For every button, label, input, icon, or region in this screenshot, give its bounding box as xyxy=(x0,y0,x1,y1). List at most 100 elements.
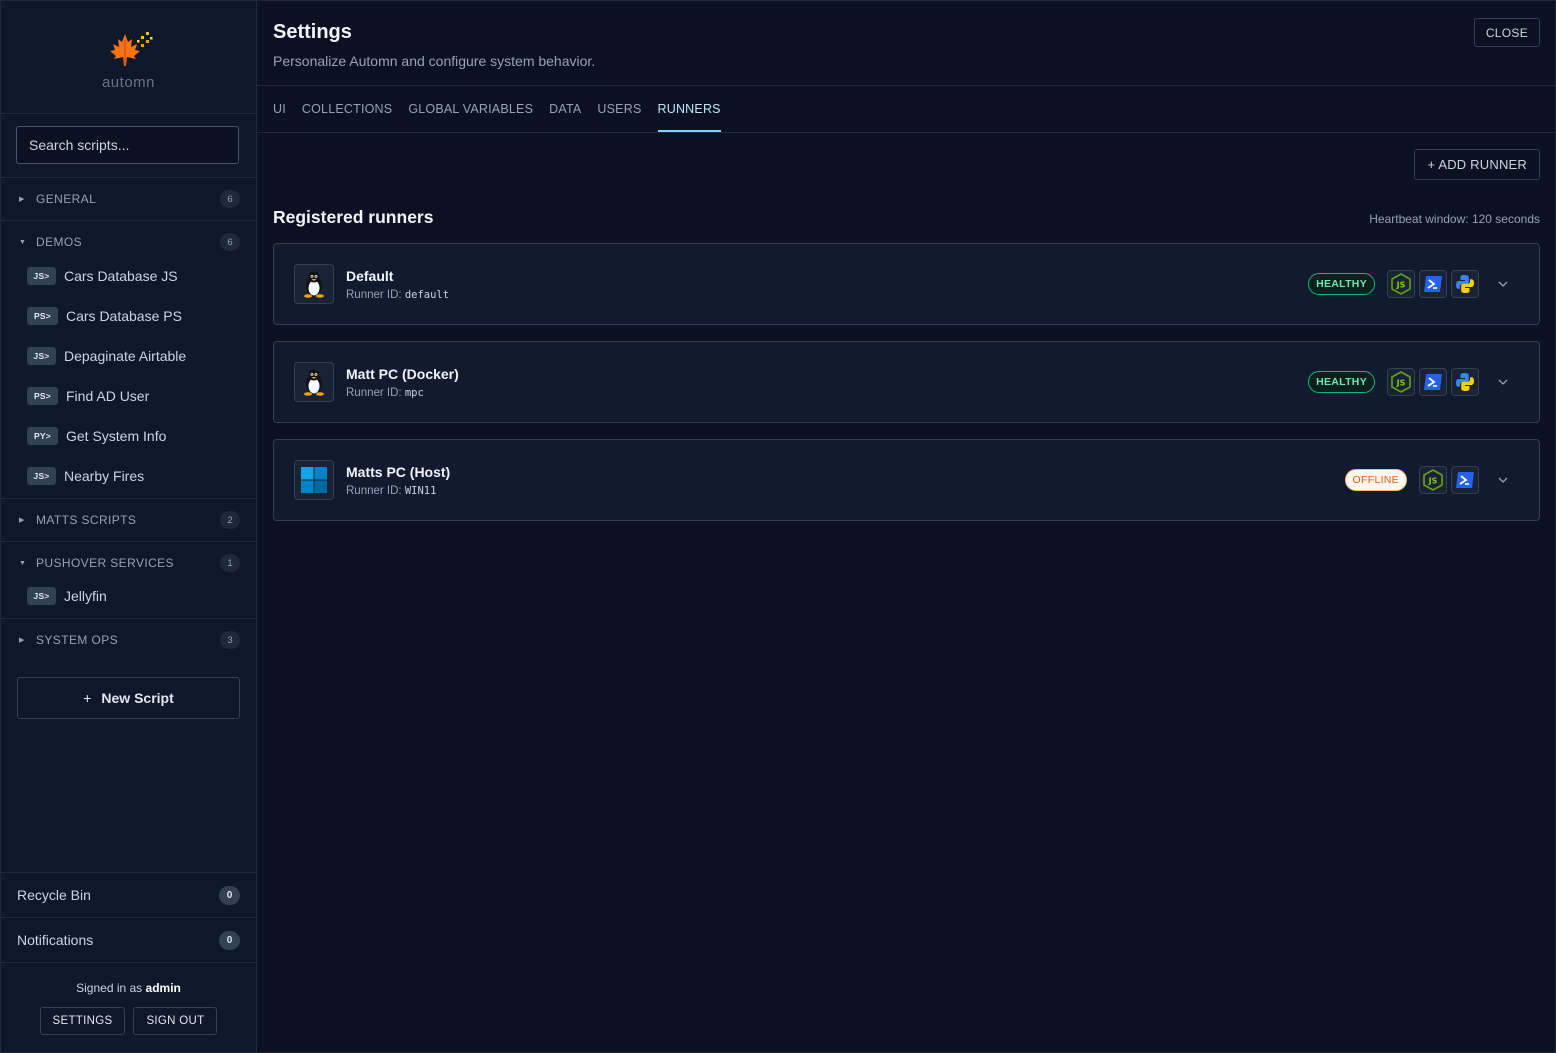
runner-id: Runner ID: default xyxy=(346,289,1308,301)
group-general: ▶ GENERAL 6 xyxy=(1,178,256,221)
settings-tabs: UI COLLECTIONS GLOBAL VARIABLES DATA USE… xyxy=(257,86,1555,133)
nodejs-icon: JS xyxy=(1387,368,1415,396)
runner-card[interactable]: Default Runner ID: default HEALTHY JS xyxy=(273,243,1540,325)
app-window: automn ▶ GENERAL 6 ▼ DEMOS 6 JS> Cars xyxy=(0,0,1556,1053)
search-container xyxy=(1,114,256,178)
script-item[interactable]: JS> Nearby Fires xyxy=(1,456,256,496)
new-script-label: New Script xyxy=(101,690,174,706)
logo: automn xyxy=(1,1,256,114)
tab-global-variables[interactable]: GLOBAL VARIABLES xyxy=(408,86,533,132)
script-name: Depaginate Airtable xyxy=(64,348,187,364)
powershell-icon xyxy=(1451,466,1479,494)
signed-in-panel: Signed in as admin SETTINGS SIGN OUT xyxy=(1,962,256,1052)
runner-card[interactable]: Matts PC (Host) Runner ID: WIN11 OFFLINE… xyxy=(273,439,1540,521)
runners-section-header: Registered runners Heartbeat window: 120… xyxy=(257,195,1555,243)
group-title: DEMOS xyxy=(36,235,83,249)
notifications-label: Notifications xyxy=(17,932,94,948)
recycle-bin-count: 0 xyxy=(219,885,240,905)
tab-ui[interactable]: UI xyxy=(273,86,286,132)
group-title: MATTS SCRIPTS xyxy=(36,513,137,527)
script-item[interactable]: JS> Jellyfin xyxy=(1,576,256,616)
add-runner-button[interactable]: + ADD RUNNER xyxy=(1414,149,1540,180)
settings-button[interactable]: SETTINGS xyxy=(39,1007,126,1035)
group-count-badge: 3 xyxy=(220,631,240,649)
account-buttons: SETTINGS SIGN OUT xyxy=(1,1007,256,1035)
settings-panel: Settings Personalize Automn and configur… xyxy=(257,1,1555,1052)
caret-right-icon: ▶ xyxy=(19,517,25,524)
chevron-down-icon[interactable] xyxy=(1487,281,1519,287)
runner-name: Matt PC (Docker) xyxy=(346,365,459,382)
recycle-bin-label: Recycle Bin xyxy=(17,887,91,903)
caret-down-icon: ▼ xyxy=(19,238,26,246)
close-button[interactable]: CLOSE xyxy=(1473,18,1540,47)
runner-info: Matt PC (Docker) Runner ID: mpc xyxy=(346,366,1308,399)
page-title: Settings xyxy=(273,21,352,43)
group-header-system-ops[interactable]: ▶ SYSTEM OPS 3 xyxy=(1,619,256,661)
script-item[interactable]: JS> Depaginate Airtable xyxy=(1,336,256,376)
caret-right-icon: ▶ xyxy=(19,637,25,644)
language-tag: PS> xyxy=(27,307,58,325)
group-count-badge: 1 xyxy=(220,554,240,572)
sidebar-footer: Recycle Bin 0 Notifications 0 Signed in … xyxy=(1,872,256,1052)
language-tag: PY> xyxy=(27,427,58,445)
runners-toolbar: + ADD RUNNER xyxy=(257,133,1555,195)
chevron-down-icon[interactable] xyxy=(1487,379,1519,385)
signed-in-prefix: Signed in as xyxy=(76,981,143,995)
group-demos: ▼ DEMOS 6 JS> Cars Database JS PS> Cars … xyxy=(1,221,256,499)
section-title: Registered runners xyxy=(273,207,434,227)
svg-text:JS: JS xyxy=(1396,281,1406,290)
search-input[interactable] xyxy=(16,126,239,164)
logo-text: automn xyxy=(101,73,156,91)
group-count-badge: 6 xyxy=(220,233,240,251)
notifications-link[interactable]: Notifications 0 xyxy=(1,917,256,962)
caret-right-icon: ▶ xyxy=(19,196,25,203)
language-tag: JS> xyxy=(27,267,56,285)
svg-text:JS: JS xyxy=(1428,477,1438,486)
script-name: Cars Database PS xyxy=(66,308,182,324)
script-item[interactable]: PY> Get System Info xyxy=(1,416,256,456)
runner-id-prefix: Runner ID: xyxy=(346,386,402,399)
runner-id-prefix: Runner ID: xyxy=(346,288,402,301)
sidebar: automn ▶ GENERAL 6 ▼ DEMOS 6 JS> Cars xyxy=(1,1,257,1052)
powershell-icon xyxy=(1419,270,1447,298)
status-badge: OFFLINE xyxy=(1344,469,1407,491)
page-subtitle: Personalize Automn and configure system … xyxy=(273,53,596,69)
runner-name: Default xyxy=(346,267,394,284)
runner-id-value: mpc xyxy=(404,386,424,399)
script-item[interactable]: PS> Find AD User xyxy=(1,376,256,416)
python-icon xyxy=(1451,368,1479,396)
group-header-matts-scripts[interactable]: ▶ MATTS SCRIPTS 2 xyxy=(1,499,256,541)
script-name: Get System Info xyxy=(66,428,167,444)
runner-card[interactable]: Matt PC (Docker) Runner ID: mpc HEALTHY … xyxy=(273,341,1540,423)
chevron-down-icon[interactable] xyxy=(1487,477,1519,483)
script-name: Jellyfin xyxy=(64,588,107,604)
heartbeat-window-text: Heartbeat window: 120 seconds xyxy=(1369,212,1540,226)
script-item[interactable]: PS> Cars Database PS xyxy=(1,296,256,336)
linux-icon xyxy=(294,264,334,304)
group-header-general[interactable]: ▶ GENERAL 6 xyxy=(1,178,256,220)
language-tag: JS> xyxy=(27,467,56,485)
runner-id-value: default xyxy=(404,288,450,301)
group-matts-scripts: ▶ MATTS SCRIPTS 2 xyxy=(1,499,256,542)
group-title: PUSHOVER SERVICES xyxy=(36,556,174,570)
sign-out-button[interactable]: SIGN OUT xyxy=(133,1007,218,1035)
language-tag: JS> xyxy=(27,347,56,365)
recycle-bin-link[interactable]: Recycle Bin 0 xyxy=(1,872,256,917)
tab-runners[interactable]: RUNNERS xyxy=(657,86,721,132)
signed-in-user: admin xyxy=(145,981,181,995)
new-script-button[interactable]: + New Script xyxy=(17,677,240,719)
script-list: JS> Cars Database JS PS> Cars Database P… xyxy=(1,256,256,498)
runner-info: Default Runner ID: default xyxy=(346,268,1308,301)
script-item[interactable]: JS> Cars Database JS xyxy=(1,256,256,296)
tab-collections[interactable]: COLLECTIONS xyxy=(302,86,392,132)
tab-data[interactable]: DATA xyxy=(549,86,581,132)
python-icon xyxy=(1451,270,1479,298)
maple-leaf-logo-icon xyxy=(109,31,152,66)
runner-id: Runner ID: mpc xyxy=(346,387,1308,399)
plus-icon: + xyxy=(83,690,92,706)
status-badge: HEALTHY xyxy=(1308,273,1375,295)
powershell-icon xyxy=(1419,368,1447,396)
group-system-ops: ▶ SYSTEM OPS 3 xyxy=(1,619,256,661)
svg-text:JS: JS xyxy=(1396,379,1406,388)
tab-users[interactable]: USERS xyxy=(597,86,641,132)
